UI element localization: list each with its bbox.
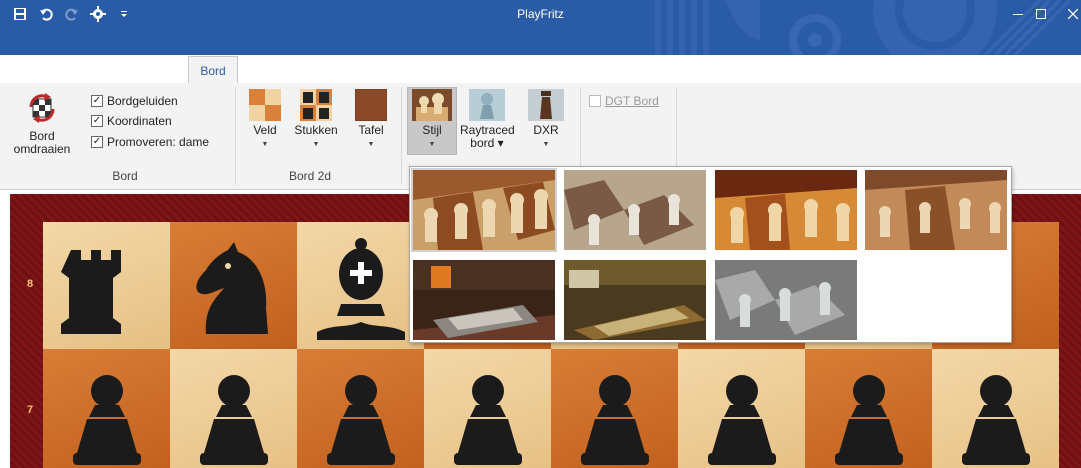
stukken-button[interactable]: Stukken ▼ bbox=[290, 89, 342, 151]
black-pawn-piece[interactable] bbox=[938, 355, 1054, 468]
style-thumb-7[interactable] bbox=[715, 260, 857, 340]
checkbox-dgt-box[interactable] bbox=[589, 95, 601, 107]
checkbox-koordinaten[interactable]: ✓ Koordinaten bbox=[91, 112, 172, 130]
close-button[interactable] bbox=[1050, 0, 1081, 28]
checkbox-promoveren-box[interactable]: ✓ bbox=[91, 136, 103, 148]
black-pawn-piece[interactable] bbox=[557, 355, 673, 468]
tafel-icon bbox=[354, 88, 388, 122]
stukken-icon bbox=[300, 89, 332, 121]
black-pawn-piece[interactable] bbox=[684, 355, 800, 468]
stukken-label: Stukken bbox=[294, 123, 338, 137]
style-thumb-6[interactable] bbox=[564, 260, 706, 340]
flip-board-button[interactable]: Bord omdraaien bbox=[2, 93, 82, 156]
help-link[interactable]: Help bbox=[1050, 55, 1075, 83]
style-thumb-7-image bbox=[715, 260, 857, 340]
style-thumb-1-image bbox=[413, 170, 555, 250]
tafel-label: Tafel bbox=[358, 123, 384, 137]
style-thumb-3[interactable] bbox=[715, 170, 857, 250]
style-thumb-4[interactable] bbox=[865, 170, 1007, 250]
style-thumb-2[interactable] bbox=[564, 170, 706, 250]
dxr-button[interactable]: DXR ▼ bbox=[524, 89, 568, 151]
checkbox-bordgeluiden-box[interactable]: ✓ bbox=[91, 95, 103, 107]
black-knight-piece[interactable] bbox=[176, 228, 292, 344]
dxr-icon bbox=[528, 89, 564, 121]
black-pawn-piece[interactable] bbox=[49, 355, 165, 468]
flip-board-icon bbox=[29, 93, 55, 123]
checkbox-bordgeluiden-label: Bordgeluiden bbox=[107, 94, 178, 108]
black-pawn-piece[interactable] bbox=[176, 355, 292, 468]
close-icon bbox=[1068, 9, 1078, 19]
veld-label: Veld bbox=[253, 123, 277, 137]
style-thumb-3-image bbox=[715, 170, 857, 250]
style-thumb-5-image bbox=[413, 260, 555, 340]
black-pawn-piece[interactable] bbox=[303, 355, 419, 468]
stukken-dropdown-arrow: ▼ bbox=[312, 141, 320, 148]
raytraced-bord-icon bbox=[469, 89, 505, 121]
style-thumb-6-image bbox=[564, 260, 706, 340]
style-thumb-4-image bbox=[865, 170, 1007, 250]
raytraced-bord-button[interactable]: Raytraced bord ▾ bbox=[456, 89, 518, 150]
group-separator bbox=[235, 87, 236, 185]
style-thumb-5[interactable] bbox=[413, 260, 555, 340]
tab-vensters[interactable]: Vensters bbox=[358, 55, 432, 83]
checkbox-promoveren-label: Promoveren: dame bbox=[107, 135, 210, 149]
raytraced-bord-label: Raytraced bord ▾ bbox=[460, 123, 515, 150]
rank-label-7: 7 bbox=[27, 404, 34, 416]
black-rook-piece[interactable] bbox=[49, 228, 165, 344]
app-title: PlayFritz bbox=[517, 7, 564, 21]
rank-label-8: 8 bbox=[27, 278, 34, 290]
style-dropdown bbox=[409, 166, 1012, 343]
style-thumb-2-image bbox=[564, 170, 706, 250]
style-thumb-1[interactable] bbox=[411, 168, 557, 252]
maximize-icon bbox=[1036, 9, 1046, 19]
tab-bestand[interactable]: Bestand bbox=[28, 55, 98, 83]
veld-icon bbox=[249, 89, 281, 121]
playfritz-window: PlayFritz Bestand Thuis Bord Openingen V… bbox=[0, 0, 1081, 468]
black-pawn-piece[interactable] bbox=[811, 355, 927, 468]
black-pawn-piece[interactable] bbox=[430, 355, 546, 468]
group-separator bbox=[401, 87, 402, 185]
tab-bord[interactable]: Bord bbox=[188, 56, 238, 84]
checkbox-bordgeluiden[interactable]: ✓ Bordgeluiden bbox=[91, 92, 178, 110]
tafel-dropdown-arrow: ▼ bbox=[367, 141, 375, 148]
dxr-label: DXR bbox=[533, 123, 559, 137]
tab-help[interactable]: Help bbox=[448, 55, 492, 83]
tab-thuis[interactable]: Thuis bbox=[126, 55, 184, 83]
raytraced-bord-text: Raytraced bord bbox=[460, 123, 515, 150]
flip-board-label: Bord omdraaien bbox=[13, 129, 71, 156]
checkbox-dgt-label: DGT Bord bbox=[605, 94, 659, 108]
group-label-bord2d: Bord 2d bbox=[288, 169, 332, 183]
title-bar: PlayFritz bbox=[0, 0, 1081, 55]
veld-button[interactable]: Veld ▼ bbox=[243, 89, 287, 151]
tafel-button[interactable]: Tafel ▼ bbox=[348, 88, 394, 151]
checkbox-koordinaten-label: Koordinaten bbox=[107, 114, 172, 128]
checkbox-koordinaten-box[interactable]: ✓ bbox=[91, 115, 103, 127]
stijl-dropdown-arrow: ▼ bbox=[428, 141, 436, 148]
veld-dropdown-arrow: ▼ bbox=[261, 141, 269, 148]
stijl-icon bbox=[412, 89, 452, 121]
stijl-label: Stijl bbox=[422, 123, 442, 137]
stijl-button[interactable]: Stijl ▼ bbox=[408, 89, 456, 151]
black-bishop-piece[interactable] bbox=[303, 228, 419, 344]
dxr-dropdown-arrow: ▼ bbox=[542, 141, 550, 148]
checkbox-promoveren[interactable]: ✓ Promoveren: dame bbox=[91, 133, 209, 151]
checkbox-dgt-bord[interactable]: DGT Bord bbox=[589, 92, 659, 110]
ribbon-tabs: Bestand Thuis Bord Openingen Vensters He… bbox=[0, 55, 1081, 84]
group-label-bord: Bord bbox=[112, 169, 138, 183]
tab-openingen[interactable]: Openingen bbox=[260, 55, 344, 83]
